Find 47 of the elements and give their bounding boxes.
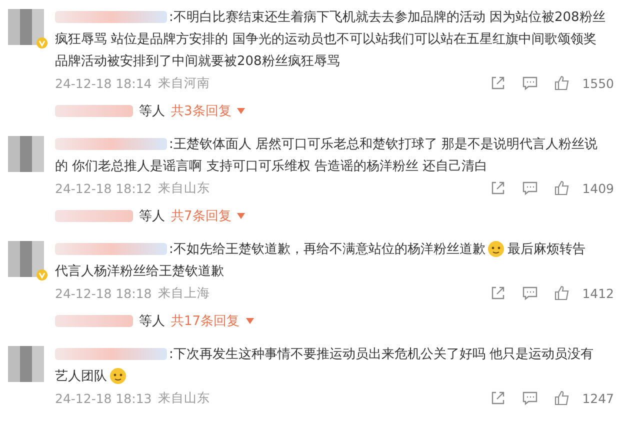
comment-text: 品牌活动被安排到了中间就要被208粉丝疯狂辱骂 (55, 53, 340, 70)
comment-icon[interactable] (522, 285, 538, 301)
like-count: 1409 (582, 180, 614, 196)
reply-count-link[interactable]: 共3条回复 (171, 102, 232, 120)
comment-text: 代言人杨洋粉丝给王楚钦道歉 (55, 263, 224, 280)
comment-text: 艺人团队 (55, 368, 107, 385)
caret-down-icon[interactable] (237, 108, 246, 114)
like-count: 1550 (582, 76, 614, 90)
comment-location: 来自河南 (158, 74, 210, 92)
emoji-icon (487, 240, 506, 258)
comment-text: :王楚钦体面人 居然可口可乐老总和楚钦打球了 那是不是说明代言人粉丝说 (169, 136, 598, 153)
share-icon[interactable] (490, 390, 506, 406)
thumbs-up-icon[interactable] (554, 285, 570, 301)
comment-text: 的 你们老总推人是谣言啊 支持可口可乐维权 告造谣的杨洋粉丝 还自己清白 (55, 158, 488, 175)
comment-location: 来自山东 (158, 390, 210, 406)
thumbs-up-icon[interactable] (554, 390, 570, 406)
caret-down-icon[interactable] (246, 318, 254, 324)
share-icon[interactable] (490, 180, 506, 196)
comment-icon[interactable] (522, 180, 538, 196)
comment-icon[interactable] (522, 390, 538, 406)
reply-count-link[interactable]: 共17条回复 (171, 312, 240, 330)
like-count: 1247 (582, 390, 614, 406)
comment-location: 来自山东 (158, 180, 210, 196)
reply-users-text: 等人 (139, 103, 165, 120)
comment-time: 24-12-18 18:12 (55, 180, 152, 196)
comment-icon[interactable] (522, 75, 538, 91)
comment-text: :下次再发生这种事情不要推运动员出来危机公关了好吗 他只是运动员没有 (169, 346, 594, 363)
comment-text: :不明白比赛结束还生着病下飞机就去去参加品牌的活动 因为站位被208粉丝 (169, 9, 606, 26)
thumbs-up-icon[interactable] (554, 180, 570, 196)
share-icon[interactable] (490, 285, 506, 301)
thumbs-up-icon[interactable] (554, 75, 570, 91)
reply-count-link[interactable]: 共7条回复 (171, 207, 232, 225)
like-count: 1412 (582, 286, 614, 300)
reply-users-text: 等人 (139, 208, 165, 225)
avatar-placeholder[interactable] (8, 346, 44, 382)
comment-time: 24-12-18 18:14 (55, 76, 152, 90)
comment-text: 疯狂辱骂 站位是品牌方安排的 国争光的运动员也不可以站我们可以站在五星红旗中间歌颂领奖 (55, 31, 596, 48)
emoji-icon (109, 367, 127, 385)
avatar-placeholder[interactable] (8, 136, 44, 172)
comment-time: 24-12-18 18:18 (55, 286, 152, 300)
caret-down-icon[interactable] (237, 213, 246, 219)
comment-text: :不如先给王楚钦道歉，再给不满意站位的杨洋粉丝道歉 (169, 241, 486, 258)
comment-location: 来自上海 (158, 284, 210, 302)
comment-text: 最后麻烦转告 (507, 241, 586, 258)
reply-users-text: 等人 (139, 313, 165, 330)
comment-time: 24-12-18 18:13 (55, 390, 152, 406)
share-icon[interactable] (490, 75, 506, 91)
